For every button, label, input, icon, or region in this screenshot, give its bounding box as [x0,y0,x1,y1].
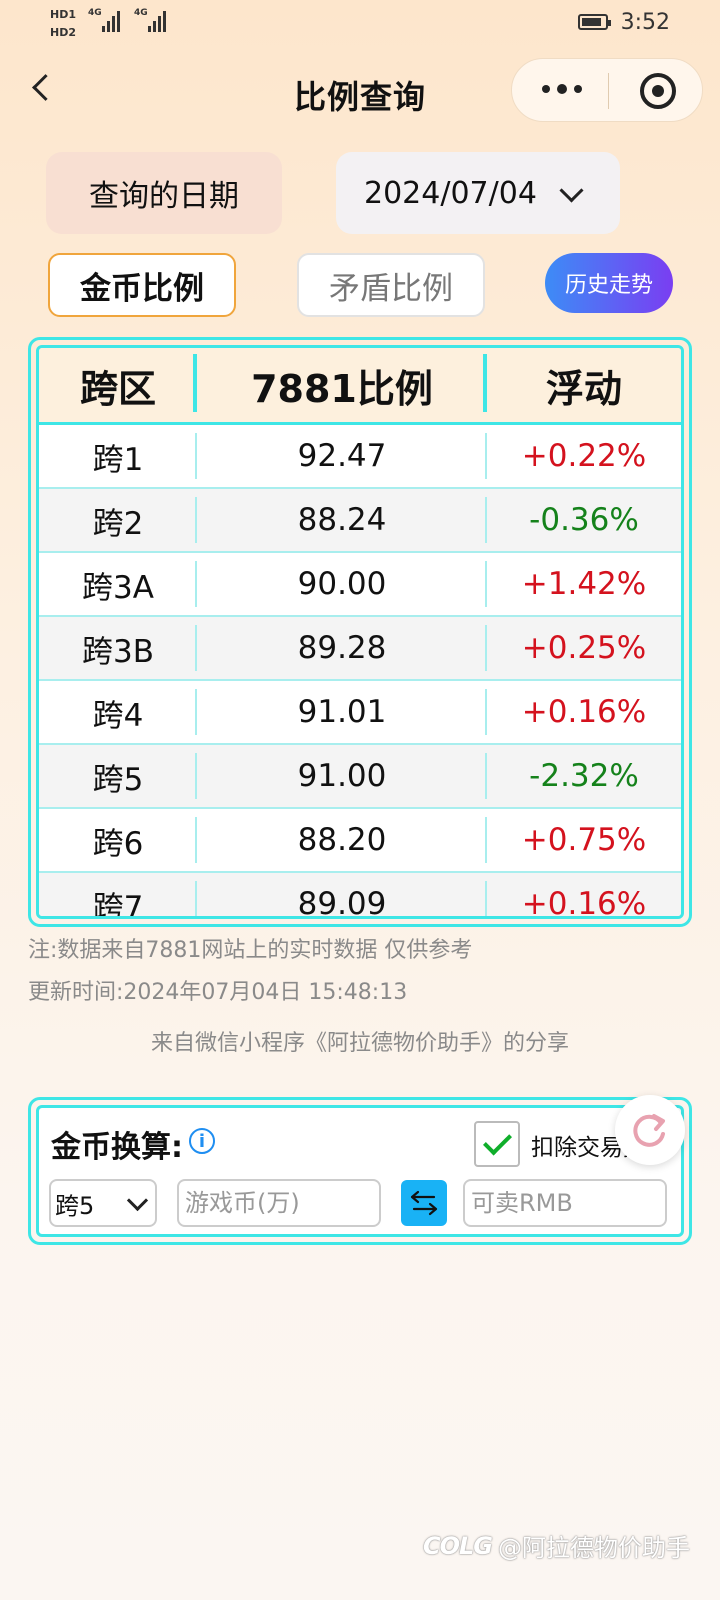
chevron-down-icon [559,178,584,203]
change-cell: +0.16% [521,886,647,919]
colg-logo: COLG [422,1531,493,1560]
change-cell: +0.22% [521,438,647,474]
change-cell: +0.75% [521,822,647,858]
date-value: 2024/07/04 [364,175,537,211]
miniprogram-capsule [511,58,703,122]
clock: 3:52 [620,10,670,35]
hd1-label: HD1 [50,8,76,21]
signal-icon-2: 4G [134,8,166,32]
change-cell: +1.42% [521,566,647,602]
tab-gold-ratio[interactable]: 金币比例 [48,253,236,317]
table-row: 跨3A 90.00 +1.42% [39,553,681,617]
change-cell: +0.25% [521,630,647,666]
watermark-text: @阿拉德物价助手 [498,1534,690,1562]
tab-shield-ratio[interactable]: 矛盾比例 [297,253,485,317]
history-trend-button[interactable]: 历史走势 [545,253,673,313]
swap-button[interactable] [401,1180,447,1226]
table-row: 跨6 88.20 +0.75% [39,809,681,873]
share-note: 来自微信小程序《阿拉德物价助手》的分享 [150,1031,569,1056]
table-row: 跨5 91.00 -2.32% [39,745,681,809]
signal-icon-1: 4G [88,8,120,32]
header-ratio: 7881比例 [197,348,487,422]
table-row: 跨4 91.01 +0.16% [39,681,681,745]
watermark: COLG @阿拉德物价助手 [423,1528,690,1563]
zone-cell: 跨7 [39,873,197,916]
ratio-cell: 88.20 [197,809,487,871]
ratio-cell: 88.24 [197,489,487,551]
table-row: 跨3B 89.28 +0.25% [39,617,681,681]
zone-cell: 跨4 [39,681,197,743]
header-zone: 跨区 [39,348,197,422]
zone-cell: 跨1 [39,425,197,487]
zone-cell: 跨2 [39,489,197,551]
converter-panel: 金币换算: i 扣除交易费 跨5 [36,1105,684,1237]
target-circle-icon[interactable] [640,73,676,109]
table-row: 跨1 92.47 +0.22% [39,425,681,489]
signal-icons: 4G 4G [88,8,166,32]
table-row: 跨7 89.09 +0.16% [39,873,681,919]
server-select[interactable]: 跨5 [49,1179,157,1227]
converter-title: 金币换算: [51,1130,183,1165]
hd-indicators: HD1 HD2 [50,6,76,42]
zone-cell: 跨6 [39,809,197,871]
ratio-cell: 90.00 [197,553,487,615]
change-cell: -0.36% [529,502,639,538]
table-body: 跨1 92.47 +0.22% 跨2 88.24 -0.36% 跨3A 90.00 +1.42%… [39,425,681,919]
refresh-button[interactable] [615,1095,685,1165]
ratio-table: 跨区 7881比例 浮动 跨1 92.47 +0.22% 跨2 88.24 -0.36% 跨… [36,345,684,919]
info-icon[interactable]: i [189,1128,215,1154]
chevron-down-icon [126,1189,149,1212]
ratio-cell: 92.47 [197,425,487,487]
net1-label: 4G [88,8,102,18]
hd2-label: HD2 [50,26,76,39]
ratio-cell: 91.01 [197,681,487,743]
more-dots-icon[interactable] [542,84,582,94]
change-cell: -2.32% [529,758,639,794]
data-source-note: 注:数据来自7881网站上的实时数据 仅供参考 [28,938,473,963]
zone-cell: 跨3B [39,617,197,679]
swap-arrows-icon [410,1190,438,1216]
change-cell: +0.16% [521,694,647,730]
net2-label: 4G [134,8,148,18]
ratio-table-frame: 跨区 7881比例 浮动 跨1 92.47 +0.22% 跨2 88.24 -0.36% 跨… [28,337,692,927]
header-change: 浮动 [545,366,622,411]
zone-cell: 跨3A [39,553,197,615]
deduct-fee-checkbox[interactable] [474,1121,520,1167]
battery-icon [578,14,611,30]
zone-cell: 跨5 [39,745,197,807]
game-coin-input[interactable] [177,1179,381,1227]
date-label: 查询的日期 [46,152,282,234]
rmb-output-input[interactable] [463,1179,667,1227]
table-row: 跨2 88.24 -0.36% [39,489,681,553]
nav-bar: 比例查询 [0,50,720,130]
date-picker[interactable]: 2024/07/04 [336,152,620,234]
refresh-icon [633,1114,665,1147]
deduct-fee-label: 扣除交易费 [531,1135,627,1161]
ratio-cell: 89.28 [197,617,487,679]
converter-frame: 金币换算: i 扣除交易费 跨5 [28,1097,692,1245]
ratio-cell: 89.09 [197,873,487,916]
server-select-value: 跨5 [55,1191,95,1220]
capsule-divider [608,73,609,109]
ratio-cell: 91.00 [197,745,487,807]
table-header: 跨区 7881比例 浮动 [39,348,681,425]
status-bar: HD1 HD2 4G 4G 3:52 [0,0,720,50]
update-time-note: 更新时间:2024年07月04日 15:48:13 [28,980,408,1005]
